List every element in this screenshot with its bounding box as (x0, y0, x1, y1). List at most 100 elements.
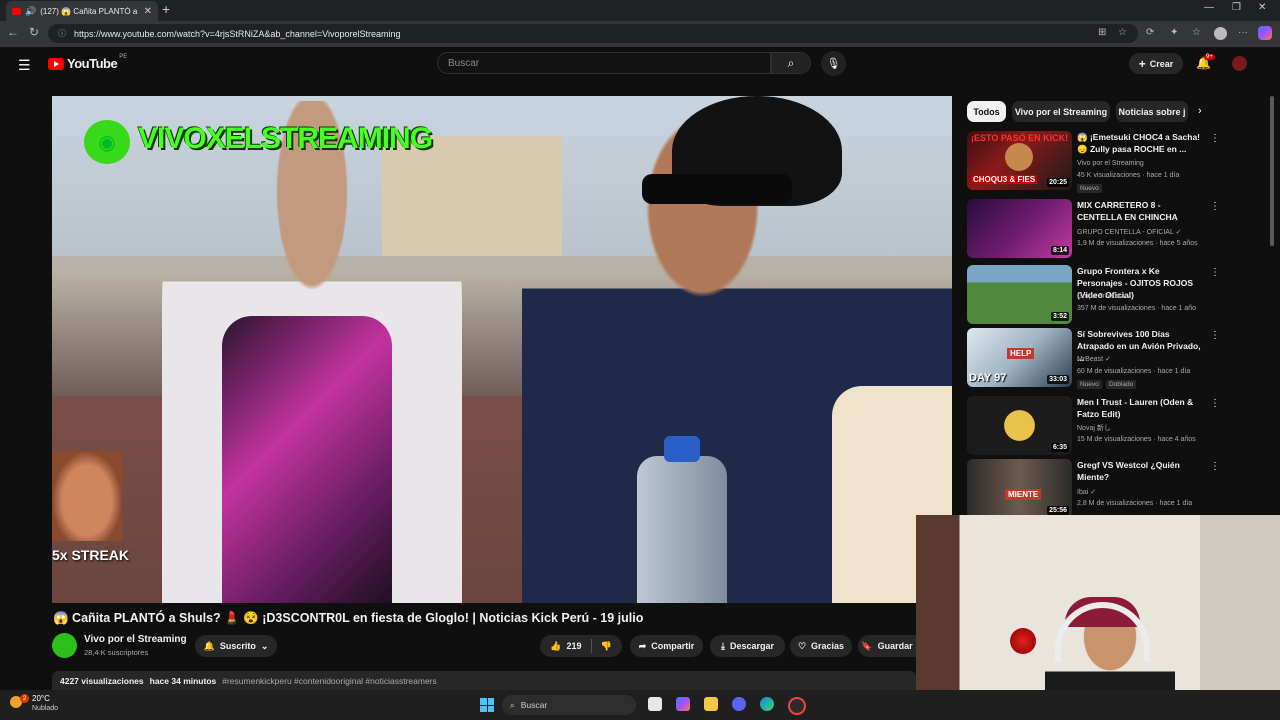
thumbs-up-icon: 👍 (550, 640, 562, 651)
rec-channel[interactable]: GRUPO CENTELLA - OFICIAL ✓ (1077, 228, 1181, 236)
browser-tab[interactable]: 🔊 (127) 😱 Cañita PLANTÓ a Sh ✕ (6, 1, 158, 21)
more-vert-icon[interactable]: ⋮ (1210, 133, 1220, 144)
recommendation-item[interactable]: HELP DAY 97 33:03 Sí Sobrevives 100 Días… (967, 328, 1267, 390)
channel-avatar[interactable] (52, 633, 77, 658)
thumbs-down-icon[interactable]: 👎 (601, 641, 612, 652)
reload-icon[interactable]: ↻ (29, 25, 39, 39)
description-box[interactable]: 4227 visualizaciones hace 34 minutos #re… (52, 671, 916, 691)
video-thumbnail[interactable]: HELP DAY 97 33:03 (967, 328, 1072, 387)
plus-icon: + (1138, 56, 1146, 71)
rec-views: 1,9 M de visualizaciones · hace 5 años (1077, 240, 1198, 247)
video-thumbnail[interactable]: 8:14 (967, 199, 1072, 258)
microphone-icon: 🎙 (826, 58, 841, 70)
voice-search-button[interactable]: 🎙 (821, 51, 846, 76)
extensions-icon[interactable]: ⟳ (1146, 27, 1154, 38)
rec-title[interactable]: 😱 ¡Emetsuki CHOC4 a Sacha! 😞 Zully pasa … (1077, 131, 1207, 155)
rec-channel[interactable]: Grupo Frontera ✓ (1077, 292, 1133, 300)
scrollbar-thumb[interactable] (1270, 96, 1274, 246)
more-icon[interactable]: ··· (1238, 27, 1248, 38)
share-button[interactable]: ➦ Compartir (630, 635, 703, 657)
rec-views: 45 K visualizaciones · hace 1 día (1077, 172, 1180, 179)
video-thumbnail[interactable]: MIENTE 25:56 (967, 459, 1072, 518)
rec-channel[interactable]: Novaj 新し (1077, 423, 1111, 433)
chevron-right-icon[interactable]: › (1198, 105, 1202, 117)
chip-todos[interactable]: Todos (967, 101, 1006, 122)
video-duration: 20:25 (1047, 178, 1069, 187)
thanks-icon: ♡ (797, 640, 807, 651)
chip-channel[interactable]: Vivo por el Streaming (1012, 101, 1110, 122)
more-vert-icon[interactable]: ⋮ (1210, 267, 1220, 278)
rec-views: 15 M de visualizaciones · hace 4 años (1077, 436, 1196, 443)
more-vert-icon[interactable]: ⋮ (1210, 461, 1220, 472)
recommendation-item[interactable]: 8:14 MIX CARRETERO 8 - CENTELLA EN CHINC… (967, 199, 1267, 261)
video-thumbnail[interactable]: 3:52 (967, 265, 1072, 324)
more-vert-icon[interactable]: ⋮ (1210, 201, 1220, 212)
rec-channel[interactable]: MrBeast ✓ (1077, 355, 1111, 363)
notification-count-badge: 9+ (1204, 54, 1215, 60)
rec-views: 60 M de visualizaciones · hace 1 día (1077, 368, 1191, 375)
maximize-icon[interactable]: ❐ (1232, 2, 1241, 13)
profile-icon[interactable] (1214, 27, 1227, 40)
like-dislike-group: 👍 219 👎 (540, 635, 622, 657)
video-duration: 8:14 (1050, 246, 1069, 255)
subscriber-count: 28,4 K suscriptores (84, 648, 149, 657)
recommendation-item[interactable]: 6:35 Men I Trust - Lauren (Oden & Fatzo … (967, 396, 1267, 458)
taskbar-search[interactable]: ⌕ Buscar (502, 695, 636, 715)
share-icon: ➦ (638, 640, 647, 651)
app-icon[interactable]: ⊞ (1098, 27, 1106, 38)
recommendation-item[interactable]: ¡ESTO PASÓ EN KICK! CHOQU3 & FIES 20:25 … (967, 131, 1267, 193)
like-button[interactable]: 👍 219 (550, 641, 581, 652)
rec-channel[interactable]: Vivo por el Streaming (1077, 160, 1144, 167)
windows-start-icon[interactable] (480, 698, 494, 712)
rec-title[interactable]: Gregf VS Westcol ¿Quién Miente? (1077, 459, 1207, 483)
video-thumbnail[interactable]: ¡ESTO PASÓ EN KICK! CHOQU3 & FIES 20:25 (967, 131, 1072, 190)
file-explorer-icon[interactable] (704, 697, 718, 711)
webcam-flowers (1010, 628, 1036, 654)
hashtags[interactable]: #resumenkickperu #contenidooriginal #not… (222, 676, 437, 686)
site-info-icon[interactable]: ⓘ (58, 28, 66, 39)
save-button[interactable]: 🔖 Guardar (858, 635, 916, 657)
collections-icon[interactable]: ☆ (1192, 27, 1201, 38)
youtube-logo[interactable]: YouTube PE (48, 54, 127, 71)
video-thumbnail[interactable]: 6:35 (967, 396, 1072, 455)
new-tab-icon[interactable]: + (162, 1, 170, 17)
new-badge: Nuevo (1077, 380, 1102, 389)
minimize-icon[interactable]: — (1204, 2, 1214, 13)
favorite-star-icon[interactable]: ☆ (1118, 27, 1127, 38)
speaker-icon[interactable]: 🔊 (25, 6, 36, 17)
menu-icon[interactable]: ☰ (18, 57, 31, 74)
account-avatar[interactable] (1232, 56, 1247, 71)
channel-name[interactable]: Vivo por el Streaming (84, 634, 187, 645)
bell-icon: 🔔 (203, 640, 215, 651)
url-field[interactable]: ⓘ https://www.youtube.com/watch?v=4rjsSt… (48, 24, 1138, 43)
download-button[interactable]: ⤓ Descargar (710, 635, 785, 657)
back-icon[interactable]: ← (7, 25, 19, 39)
close-window-icon[interactable]: ✕ (1258, 2, 1266, 13)
thumbnail-face (1005, 143, 1033, 171)
rec-channel[interactable]: Ibai ✓ (1077, 488, 1096, 496)
chip-news[interactable]: Noticias sobre j (1116, 101, 1188, 122)
recommendation-item[interactable]: 3:52 Grupo Frontera x Ke Personajes - OJ… (967, 265, 1267, 327)
recommendation-item[interactable]: MIENTE 25:56 Gregf VS Westcol ¿Quién Mie… (967, 459, 1267, 521)
task-view-icon[interactable] (648, 697, 662, 711)
rec-title[interactable]: Men I Trust - Lauren (Oden & Fatzo Edit) (1077, 396, 1207, 420)
copilot-icon[interactable] (1258, 26, 1272, 40)
video-player[interactable]: ◉ VIVOXELSTREAMING 5x STREAK (52, 96, 952, 603)
video-title: 😱 Cañita PLANTÓ a Shuls? 💄 😵 ¡D3SCONTR0L… (53, 611, 644, 625)
search-button[interactable]: ⌕ (771, 52, 811, 74)
thanks-button[interactable]: ♡ Gracias (790, 635, 852, 657)
discord-icon[interactable] (732, 697, 746, 711)
search-input[interactable]: Buscar (437, 52, 771, 74)
obs-icon[interactable] (788, 697, 806, 715)
more-vert-icon[interactable]: ⋮ (1210, 330, 1220, 341)
thumbnail-caption: DAY 97 (969, 372, 1007, 384)
more-vert-icon[interactable]: ⋮ (1210, 398, 1220, 409)
video-frame-dress (222, 316, 392, 603)
edge-icon[interactable] (760, 697, 774, 711)
create-button[interactable]: + Crear (1129, 53, 1183, 74)
copilot-taskbar-icon[interactable] (676, 697, 690, 711)
subscribed-button[interactable]: 🔔 Suscrito ⌄ (195, 635, 277, 657)
close-tab-icon[interactable]: ✕ (144, 6, 152, 17)
puzzle-icon[interactable]: ✦ (1170, 27, 1178, 38)
rec-title[interactable]: MIX CARRETERO 8 - CENTELLA EN CHINCHA (1077, 199, 1207, 223)
